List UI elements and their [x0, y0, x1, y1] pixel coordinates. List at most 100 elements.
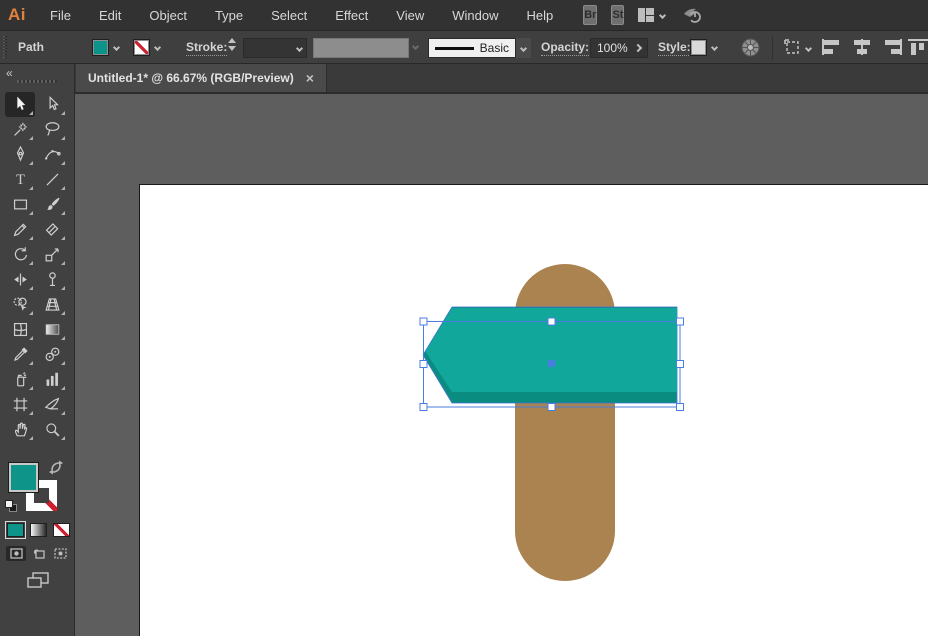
tool-gradient[interactable]	[37, 317, 67, 342]
style-dropdown[interactable]	[690, 39, 721, 56]
tool-type[interactable]: T	[5, 167, 35, 192]
menu-edit[interactable]: Edit	[85, 0, 135, 30]
menu-object[interactable]: Object	[135, 0, 201, 30]
stepper-down-icon[interactable]	[228, 46, 236, 51]
vertical-align-top-icon	[908, 39, 928, 55]
swap-fill-stroke-button[interactable]	[48, 460, 64, 480]
flyout-indicator	[29, 311, 33, 315]
menu-type[interactable]: Type	[201, 0, 257, 30]
transform-menu-button[interactable]	[782, 37, 813, 59]
tool-puppet-warp[interactable]	[37, 267, 67, 292]
scale-icon	[45, 248, 59, 262]
menu-help[interactable]: Help	[512, 0, 567, 30]
fill-color-dropdown[interactable]	[92, 39, 123, 56]
tool-scale[interactable]	[37, 242, 67, 267]
align-right-button[interactable]	[882, 39, 902, 55]
chevron-down-icon	[295, 44, 304, 52]
shaper-pencil-icon	[13, 223, 26, 237]
rectangle-icon	[13, 199, 27, 210]
stock-button[interactable]: St	[611, 5, 625, 25]
close-tab-icon[interactable]: ×	[306, 71, 314, 85]
stroke-label[interactable]: Stroke:	[186, 40, 228, 56]
tool-perspective-grid[interactable]	[37, 292, 67, 317]
style-label[interactable]: Style:	[658, 40, 691, 56]
paint-none-button[interactable]	[53, 523, 70, 537]
flyout-indicator	[61, 386, 65, 390]
menu-file[interactable]: File	[36, 0, 85, 30]
brush-definition-dropdown[interactable]: Basic	[428, 38, 516, 58]
tool-slice[interactable]	[37, 392, 67, 417]
vertical-align-top-button[interactable]	[908, 39, 928, 55]
swap-arrows-icon	[49, 460, 63, 475]
paint-color-button[interactable]	[5, 521, 26, 539]
tool-rotate[interactable]	[5, 242, 35, 267]
tool-pen[interactable]	[5, 142, 35, 167]
pasteboard[interactable]	[75, 94, 928, 636]
chevron-down-icon	[411, 42, 420, 51]
menu-window[interactable]: Window	[438, 0, 512, 30]
stroke-profile-dropdown	[313, 38, 409, 58]
tool-column-graph[interactable]	[37, 367, 67, 392]
tool-line-segment[interactable]	[37, 167, 67, 192]
align-left-button[interactable]	[822, 39, 842, 55]
opacity-label[interactable]: Opacity:	[541, 40, 590, 56]
tool-rectangle[interactable]	[5, 192, 35, 217]
selection-type-label: Path	[18, 40, 45, 54]
draw-normal-button[interactable]	[6, 546, 26, 561]
tool-curvature[interactable]	[37, 142, 67, 167]
style-swatch	[690, 39, 707, 56]
gpu-power-button[interactable]	[681, 5, 703, 25]
paint-gradient-button[interactable]	[30, 523, 47, 537]
panel-drag-grip[interactable]	[17, 80, 57, 83]
menu-effect[interactable]: Effect	[321, 0, 382, 30]
draw-inside-button[interactable]	[50, 546, 70, 561]
tool-magic-wand[interactable]	[5, 117, 35, 142]
menu-view[interactable]: View	[382, 0, 438, 30]
mesh-icon	[13, 322, 27, 337]
tool-width[interactable]	[5, 267, 35, 292]
tool-eraser[interactable]	[37, 217, 67, 242]
tool-hand[interactable]	[5, 417, 35, 442]
chevron-right-icon	[633, 43, 643, 53]
change-screen-mode-button[interactable]	[27, 572, 49, 594]
collapse-panel-button[interactable]: «	[6, 66, 13, 80]
curvature-icon	[44, 149, 61, 160]
tool-artboard-tool[interactable]	[5, 392, 35, 417]
bridge-button[interactable]: Br	[583, 5, 598, 25]
artboard[interactable]	[139, 184, 928, 636]
opacity-field[interactable]: 100%	[590, 38, 648, 58]
tool-shape-builder[interactable]	[5, 292, 35, 317]
tool-lasso[interactable]	[37, 117, 67, 142]
stroke-color-dropdown[interactable]	[133, 39, 164, 56]
flyout-indicator	[61, 286, 65, 290]
panel-grip[interactable]	[3, 36, 8, 58]
stroke-none-swatch	[133, 39, 150, 56]
fill-color-indicator[interactable]	[8, 462, 39, 493]
align-horizontal-center-button[interactable]	[852, 39, 872, 55]
draw-behind-button[interactable]	[28, 546, 48, 561]
default-fill-stroke-button[interactable]	[5, 500, 18, 513]
tool-mesh[interactable]	[5, 317, 35, 342]
tool-shaper-pencil[interactable]	[5, 217, 35, 242]
transform-icon	[784, 39, 799, 54]
recolor-artwork-button[interactable]	[740, 37, 761, 58]
stroke-weight-stepper[interactable]	[228, 38, 240, 51]
brush-dropdown-button[interactable]	[516, 38, 531, 58]
tool-paintbrush[interactable]	[37, 192, 67, 217]
flyout-indicator	[29, 236, 33, 240]
stepper-up-icon[interactable]	[228, 38, 236, 43]
brush-stroke-preview	[435, 46, 474, 50]
workspace-grid-icon	[638, 8, 655, 22]
tool-blend[interactable]	[37, 342, 67, 367]
tool-selection[interactable]	[5, 92, 35, 117]
document-tab[interactable]: Untitled-1* @ 66.67% (RGB/Preview) ×	[76, 64, 327, 92]
tool-zoom[interactable]	[37, 417, 67, 442]
tool-eyedropper[interactable]	[5, 342, 35, 367]
menu-select[interactable]: Select	[257, 0, 321, 30]
tool-direct-selection[interactable]	[37, 92, 67, 117]
flyout-indicator	[29, 136, 33, 140]
tool-symbol-sprayer[interactable]	[5, 367, 35, 392]
stroke-weight-dropdown[interactable]	[243, 38, 307, 58]
flyout-indicator	[61, 186, 65, 190]
workspace-switcher[interactable]	[638, 8, 667, 22]
